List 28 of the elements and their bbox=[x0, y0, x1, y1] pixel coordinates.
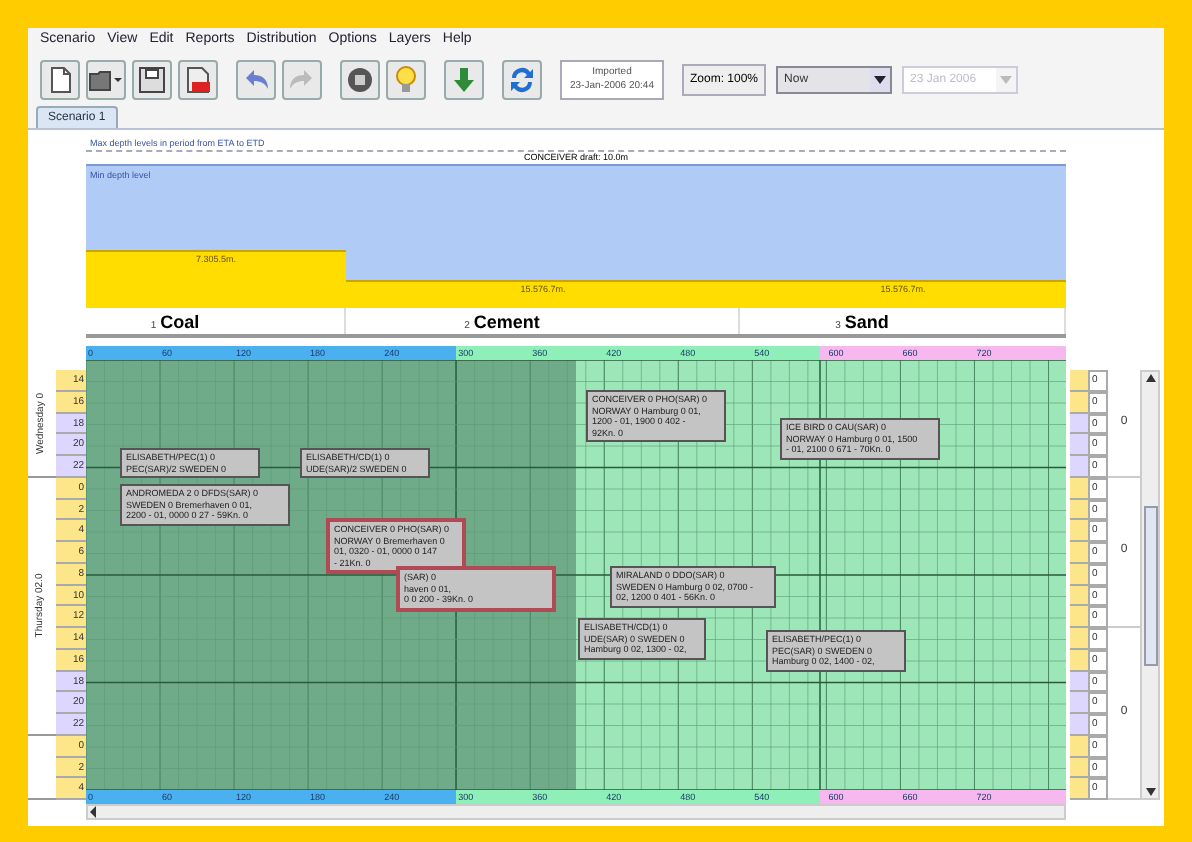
save-icon bbox=[138, 66, 166, 94]
refresh-button[interactable] bbox=[502, 60, 542, 100]
down-arrow-button[interactable] bbox=[444, 60, 484, 100]
refresh-icon bbox=[506, 64, 538, 96]
berth-name: Cement bbox=[473, 310, 540, 334]
stop-button[interactable] bbox=[340, 60, 380, 100]
horizontal-scrollbar[interactable] bbox=[86, 804, 1066, 820]
undo-arrow-icon bbox=[242, 66, 270, 94]
new-document-icon bbox=[46, 66, 74, 94]
scroll-down-icon[interactable] bbox=[1145, 788, 1155, 796]
undo-arrow-button[interactable] bbox=[236, 60, 276, 100]
save-button[interactable] bbox=[132, 60, 172, 100]
light-bulb-icon bbox=[394, 66, 418, 94]
scrollbar-thumb[interactable] bbox=[1143, 505, 1157, 665]
scroll-up-icon[interactable] bbox=[1145, 374, 1155, 382]
folder-button[interactable] bbox=[86, 60, 126, 100]
pdf-document-button[interactable] bbox=[178, 60, 218, 100]
dropdown-arrow-icon bbox=[1000, 76, 1013, 84]
folder-icon bbox=[88, 66, 124, 94]
redo-arrow-icon bbox=[288, 66, 316, 94]
berth-name: Sand bbox=[844, 310, 889, 334]
dropdown-arrow-icon bbox=[874, 76, 887, 84]
down-arrow-icon bbox=[452, 66, 476, 94]
vertical-scrollbar[interactable] bbox=[1140, 370, 1160, 800]
new-document-button[interactable] bbox=[40, 60, 80, 100]
berth-name: Coal bbox=[160, 310, 200, 334]
pdf-document-icon bbox=[184, 66, 212, 94]
stop-icon bbox=[346, 66, 374, 94]
